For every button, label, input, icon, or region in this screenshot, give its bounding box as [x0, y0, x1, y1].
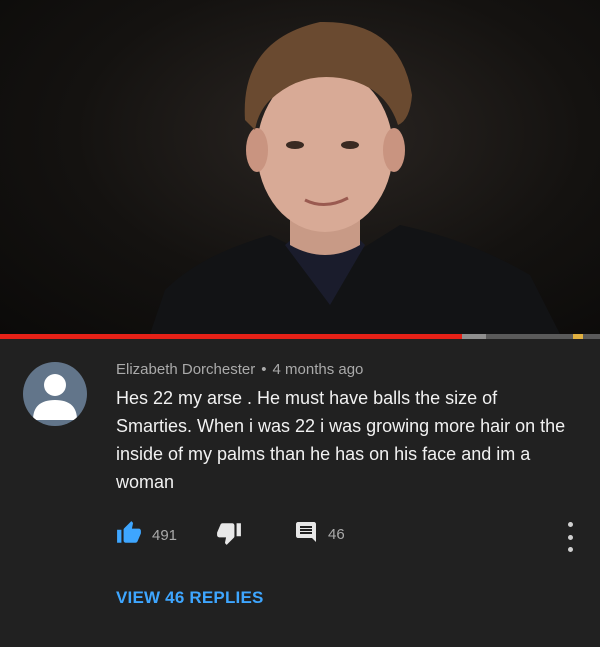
like-button[interactable]: 491: [116, 520, 177, 551]
comment-text: Hes 22 my arse . He must have balls the …: [116, 388, 566, 492]
view-replies-link[interactable]: VIEW 46 REPLIES: [116, 588, 264, 608]
thumbs-down-icon: [216, 520, 242, 551]
comment-action-bar: 491 46: [116, 520, 586, 552]
comment-timestamp[interactable]: 4 months ago: [273, 361, 364, 378]
author-name[interactable]: Elizabeth Dorchester: [116, 361, 255, 378]
like-count: 491: [152, 527, 178, 544]
video-progress-bar[interactable]: [0, 334, 600, 339]
more-vertical-icon[interactable]: [560, 522, 580, 552]
reply-button[interactable]: 46: [294, 520, 345, 549]
chapter-marker: [573, 334, 583, 339]
played-bar: [0, 334, 462, 339]
meta-separator: •: [261, 361, 267, 378]
comment-icon: [294, 520, 318, 549]
dislike-button[interactable]: [216, 520, 242, 551]
default-avatar-icon[interactable]: [23, 362, 87, 426]
video-frame: [150, 21, 560, 334]
video-player[interactable]: [0, 0, 600, 334]
reply-count: 46: [328, 526, 345, 543]
thumbs-up-icon: [116, 520, 142, 551]
comment-meta: Elizabeth Dorchester • 4 months ago: [116, 361, 363, 378]
